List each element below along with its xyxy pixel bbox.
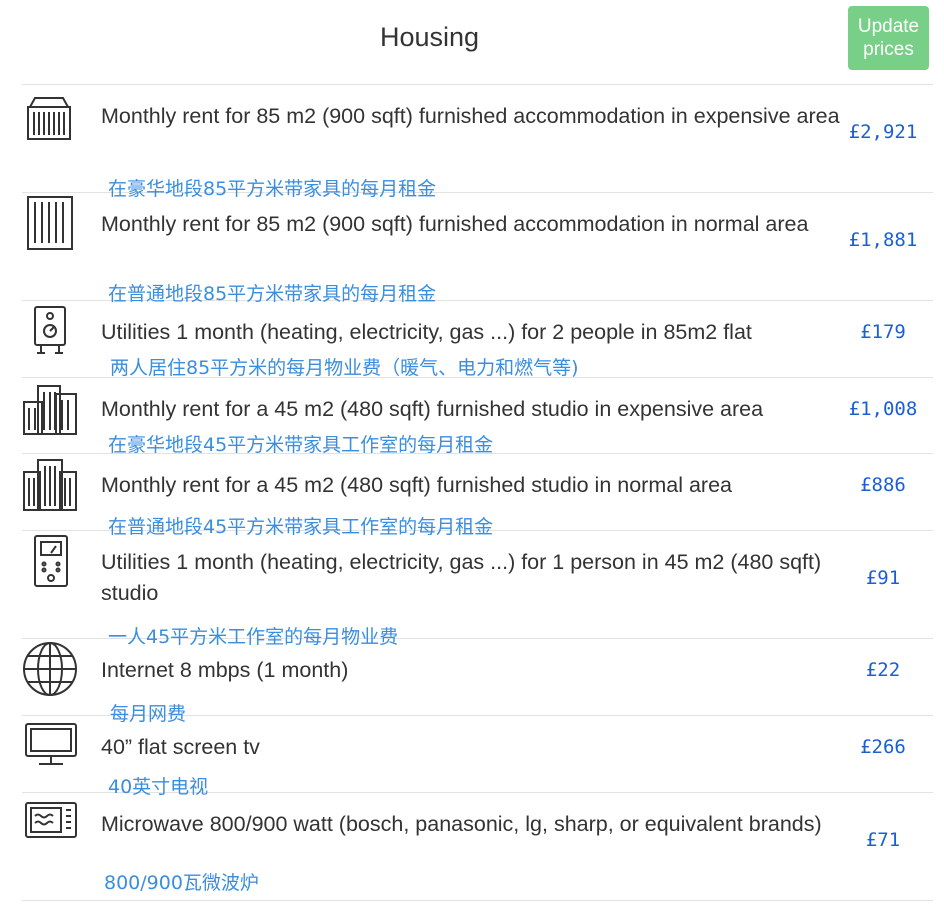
- item-description: Utilities 1 month (heating, electricity,…: [101, 320, 752, 344]
- item-price: £71: [865, 829, 901, 851]
- item-translation: 在豪华地段45平方米带家具工作室的每月租金: [108, 434, 494, 456]
- price-row: Internet 8 mbps (1 month) £22 每月网费: [22, 639, 933, 725]
- item-description: Monthly rent for a 45 m2 (480 sqft) furn…: [101, 473, 732, 497]
- item-description: 40” flat screen tv: [101, 735, 260, 759]
- item-price: £91: [865, 567, 901, 589]
- price-row: Monthly rent for a 45 m2 (480 sqft) furn…: [22, 378, 933, 456]
- price-row: Utilities 1 month (heating, electricity,…: [22, 531, 933, 648]
- item-price: £1,008: [848, 398, 918, 420]
- globe-icon: [22, 641, 78, 697]
- item-price: £886: [860, 474, 906, 496]
- price-row: Utilities 1 month (heating, electricity,…: [22, 301, 933, 379]
- section-header: Housing Update prices: [0, 0, 944, 84]
- price-row: Monthly rent for 85 m2 (900 sqft) furnis…: [22, 193, 933, 305]
- item-description: Monthly rent for a 45 m2 (480 sqft) furn…: [101, 397, 764, 421]
- item-translation: 800/900瓦微波炉: [104, 872, 259, 894]
- item-translation: 两人居住85平方米的每月物业费（暖气、电力和燃气等): [110, 357, 579, 379]
- item-description: Utilities 1 month (heating, electricity,…: [101, 550, 822, 605]
- section-title: Housing: [380, 22, 480, 52]
- microwave-icon: [24, 801, 78, 841]
- tall-building-icon: [24, 195, 76, 251]
- price-row: Monthly rent for 85 m2 (900 sqft) furnis…: [22, 85, 933, 200]
- item-price: £266: [860, 736, 906, 758]
- tv-icon: [24, 722, 78, 768]
- update-prices-label-line1: Update: [857, 16, 920, 37]
- price-row: Monthly rent for a 45 m2 (480 sqft) furn…: [22, 454, 933, 538]
- price-row: Microwave 800/900 watt (bosch, panasonic…: [22, 793, 933, 901]
- city-buildings-icon: [22, 380, 78, 436]
- boiler-icon: [32, 304, 68, 356]
- item-price: £22: [865, 659, 901, 681]
- item-description: Microwave 800/900 watt (bosch, panasonic…: [101, 812, 822, 836]
- item-price: £1,881: [848, 229, 918, 251]
- update-prices-label-line2: prices: [863, 39, 914, 60]
- apartment-building-icon: [24, 95, 74, 141]
- item-description: Internet 8 mbps (1 month): [101, 658, 349, 682]
- item-price: £2,921: [848, 121, 918, 143]
- office-buildings-icon: [22, 456, 78, 512]
- item-description: Monthly rent for 85 m2 (900 sqft) furnis…: [101, 104, 840, 128]
- item-price: £179: [860, 321, 906, 343]
- update-prices-button[interactable]: Update prices: [848, 6, 929, 70]
- utility-meter-icon: [32, 533, 70, 589]
- price-row: 40” flat screen tv £266 40英寸电视: [22, 716, 933, 798]
- item-description: Monthly rent for 85 m2 (900 sqft) furnis…: [101, 212, 809, 236]
